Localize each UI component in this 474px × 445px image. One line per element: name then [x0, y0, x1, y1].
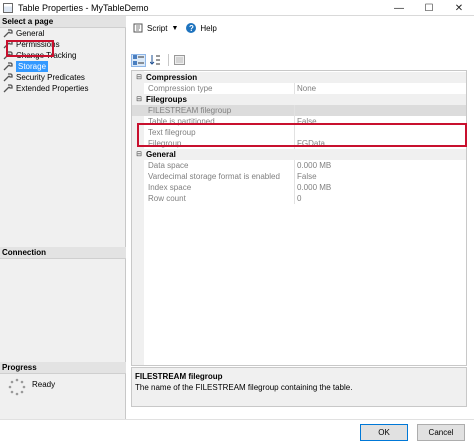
- wrench-icon: [3, 73, 13, 82]
- property-value: 0: [294, 193, 466, 204]
- page-item-label: Extended Properties: [16, 84, 89, 93]
- property-name: Index space: [148, 183, 192, 192]
- help-icon: ?: [186, 23, 197, 33]
- window-title: Table Properties - MyTableDemo: [18, 2, 149, 13]
- ok-button[interactable]: OK: [360, 424, 408, 441]
- category-label: Filegroups: [146, 95, 187, 104]
- alphabetical-view-button[interactable]: [148, 54, 163, 67]
- property-name: Row count: [148, 194, 186, 203]
- cancel-button[interactable]: Cancel: [417, 424, 465, 441]
- categorized-view-button[interactable]: [131, 53, 146, 67]
- property-row[interactable]: Compression type None: [132, 83, 466, 94]
- property-row-selected[interactable]: FILESTREAM filegroup: [132, 105, 466, 116]
- script-label: Script: [147, 23, 168, 33]
- page-item-security-predicates[interactable]: Security Predicates: [0, 72, 126, 83]
- script-button[interactable]: Script ▼: [133, 23, 178, 33]
- collapse-icon[interactable]: ⊟: [135, 95, 143, 104]
- progress-status: Ready: [32, 380, 56, 389]
- table-properties-icon: [3, 2, 13, 13]
- property-value: [294, 105, 466, 116]
- help-label: Help: [200, 23, 217, 33]
- property-value: False: [294, 171, 466, 182]
- toolbar-separator: [168, 54, 169, 66]
- property-row[interactable]: Index space 0.000 MB: [132, 182, 466, 193]
- window-controls: — ☐ ✕: [384, 0, 474, 16]
- property-name: Vardecimal storage format is enabled: [148, 172, 280, 181]
- wrench-icon: [3, 29, 13, 38]
- property-row[interactable]: Data space 0.000 MB: [132, 160, 466, 171]
- property-name: Compression type: [148, 84, 213, 93]
- collapse-icon[interactable]: ⊟: [135, 73, 143, 82]
- category-filegroups[interactable]: ⊟ Filegroups: [132, 94, 466, 105]
- page-item-label: Security Predicates: [16, 73, 85, 82]
- property-pages-icon: [174, 55, 185, 65]
- select-page-header: Select a page: [0, 16, 126, 28]
- property-value: 0.000 MB: [294, 160, 466, 171]
- minimize-button[interactable]: —: [384, 0, 414, 16]
- storage-highlight-box: [6, 40, 54, 57]
- connection-header: Connection: [0, 247, 126, 259]
- page-item-label: General: [16, 29, 45, 38]
- progress-spinner-icon: [8, 378, 26, 396]
- page-list: General Permissions Change Tracking Stor…: [0, 28, 126, 94]
- property-row[interactable]: Vardecimal storage format is enabled Fal…: [132, 171, 466, 182]
- maximize-button[interactable]: ☐: [414, 0, 444, 16]
- toolbar: Script ▼ ? Help: [127, 16, 474, 40]
- progress-header: Progress: [0, 362, 126, 374]
- property-value: None: [294, 83, 466, 94]
- chevron-down-icon[interactable]: ▼: [171, 25, 178, 32]
- description-title: FILESTREAM filegroup: [135, 372, 223, 381]
- page-item-storage[interactable]: Storage: [0, 61, 126, 72]
- sort-az-icon: [150, 55, 160, 65]
- categorized-icon: [133, 55, 144, 65]
- category-general[interactable]: ⊟ General: [132, 149, 466, 160]
- description-text: The name of the FILESTREAM filegroup con…: [135, 383, 353, 392]
- collapse-icon[interactable]: ⊟: [135, 150, 143, 159]
- property-name: FILESTREAM filegroup: [148, 106, 232, 115]
- property-name: Data space: [148, 161, 189, 170]
- description-panel: FILESTREAM filegroup The name of the FIL…: [131, 367, 467, 407]
- close-button[interactable]: ✕: [444, 0, 474, 16]
- title-bar: Table Properties - MyTableDemo — ☐ ✕: [0, 0, 474, 16]
- property-grid-toolbar: [131, 52, 189, 68]
- left-pane: Select a page General Permissions Change…: [0, 16, 126, 419]
- wrench-icon: [3, 84, 13, 93]
- page-item-extended-properties[interactable]: Extended Properties: [0, 83, 126, 94]
- wrench-icon: [3, 62, 13, 71]
- dialog-button-bar: OK Cancel: [0, 419, 474, 445]
- filegroup-highlight-box: [137, 123, 467, 147]
- page-item-general[interactable]: General: [0, 28, 126, 39]
- property-pages-button[interactable]: [172, 54, 187, 67]
- category-compression[interactable]: ⊟ Compression: [132, 72, 466, 83]
- page-item-label: Storage: [16, 61, 49, 72]
- help-button[interactable]: ? Help: [186, 23, 217, 33]
- category-label: Compression: [146, 73, 198, 82]
- property-row[interactable]: Row count 0: [132, 193, 466, 204]
- property-grid: ⊟ Compression Compression type None ⊟ Fi…: [131, 70, 467, 366]
- script-icon: [133, 23, 143, 33]
- property-value: 0.000 MB: [294, 182, 466, 193]
- category-label: General: [146, 150, 176, 159]
